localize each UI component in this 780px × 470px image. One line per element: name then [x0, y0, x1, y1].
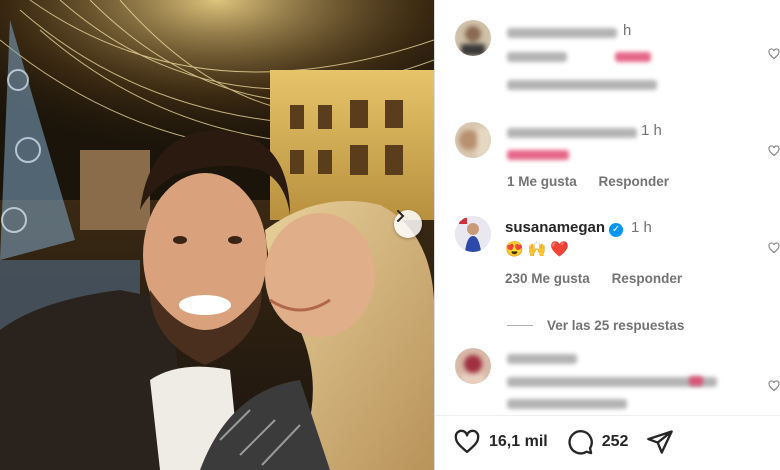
blurred-username [507, 354, 577, 364]
comment-meta: 1 Me gusta Responder [507, 174, 687, 189]
comment-text: 😍🙌❤️ [505, 241, 574, 258]
blurred-text [507, 377, 717, 387]
comment-time: 1 h [631, 219, 652, 236]
comment-likes[interactable]: 230 Me gusta [505, 271, 590, 286]
comment-time: h [623, 22, 632, 39]
avatar-image [455, 122, 491, 158]
heart-icon[interactable] [453, 428, 481, 456]
like-comment-heart-icon[interactable] [768, 242, 780, 254]
reply-button[interactable]: Responder [612, 271, 683, 286]
avatar[interactable] [455, 348, 491, 384]
comment-likes[interactable]: 1 Me gusta [507, 174, 577, 189]
post-photo[interactable] [0, 0, 434, 470]
avatar-image [455, 348, 491, 384]
chevron-right-icon [397, 210, 405, 222]
reply-button[interactable]: Responder [599, 174, 670, 189]
comments-panel: h 1 h 1 Me gusta Responder susanamegan ✓… [435, 0, 780, 470]
blurred-text [507, 399, 627, 409]
comment-meta: 230 Me gusta Responder [505, 271, 700, 286]
comments-count[interactable]: 252 [602, 433, 629, 451]
blurred-text [507, 52, 567, 62]
avatar[interactable] [455, 122, 491, 158]
actions-divider [435, 415, 780, 416]
like-comment-heart-icon[interactable] [768, 48, 780, 60]
blurred-emoji [689, 376, 703, 386]
like-comment-heart-icon[interactable] [768, 380, 780, 392]
send-icon[interactable] [646, 428, 674, 456]
comment-username[interactable]: susanamegan [505, 219, 605, 236]
comment-icon[interactable] [566, 428, 594, 456]
blurred-emoji [615, 52, 651, 62]
photo-illustration [0, 0, 434, 470]
blurred-emoji [507, 150, 569, 160]
likes-count[interactable]: 16,1 mil [489, 433, 548, 451]
view-replies-button[interactable]: Ver las 25 respuestas [507, 318, 684, 333]
blurred-username [507, 28, 617, 38]
comment-header: susanamegan ✓ 1 h [505, 219, 652, 237]
replies-divider [507, 325, 533, 326]
blurred-text [507, 80, 657, 90]
verified-badge-icon: ✓ [609, 223, 624, 237]
like-comment-heart-icon[interactable] [768, 145, 780, 157]
view-replies-label: Ver las 25 respuestas [547, 318, 685, 333]
avatar-image [455, 216, 491, 252]
avatar[interactable] [455, 20, 491, 56]
post-actions-bar: 16,1 mil 252 [453, 428, 674, 456]
comment-time: 1 h [641, 122, 662, 139]
carousel-next-button[interactable] [394, 210, 422, 238]
blurred-username [507, 128, 637, 138]
avatar-image [455, 20, 491, 56]
avatar[interactable] [455, 216, 491, 252]
